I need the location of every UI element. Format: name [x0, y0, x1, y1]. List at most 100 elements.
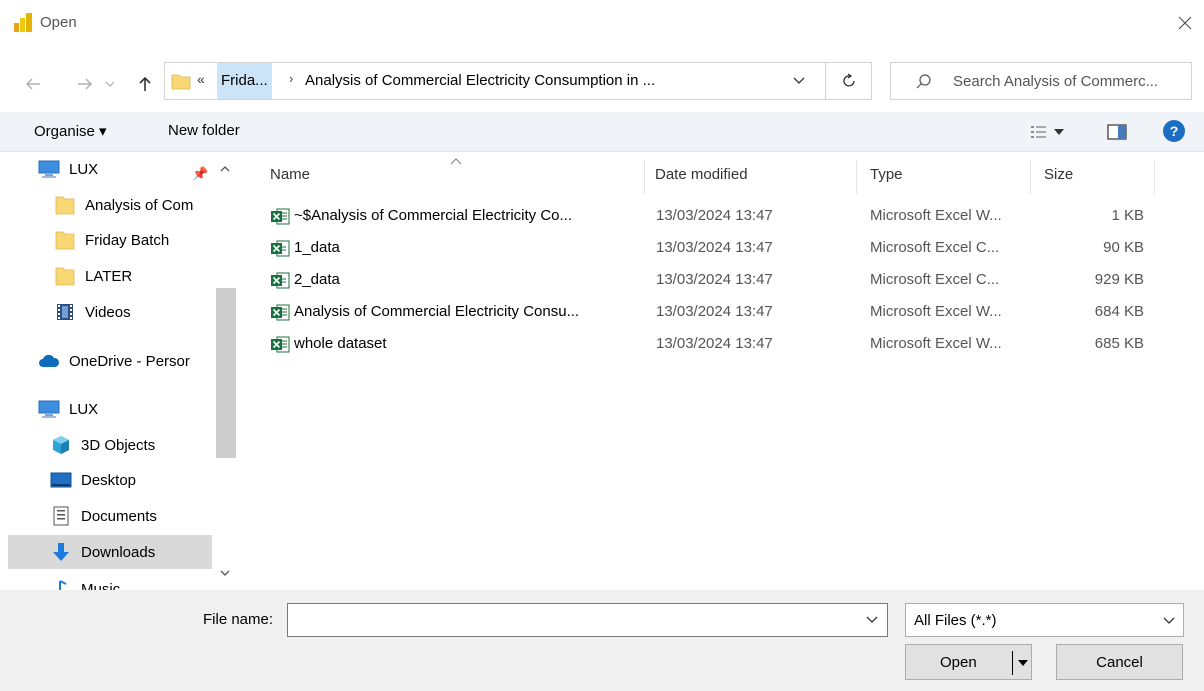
column-divider[interactable]: [644, 160, 645, 194]
file-date-modified: 13/03/2024 13:47: [656, 207, 773, 224]
search-input[interactable]: Search Analysis of Commerc...: [953, 73, 1158, 90]
computer-icon: [38, 399, 60, 419]
excel-workbook-icon: [270, 334, 290, 354]
sidebar-item-label: 3D Objects: [81, 436, 156, 454]
sidebar-item-label: Analysis of Com: [85, 196, 194, 214]
caret-down-icon: [1054, 129, 1064, 135]
sidebar-item[interactable]: LUX: [0, 392, 212, 426]
up-button[interactable]: [132, 72, 158, 96]
filter-dropdown-button[interactable]: [1160, 612, 1178, 630]
sidebar-item[interactable]: LUX: [0, 152, 212, 186]
sidebar-item[interactable]: Documents: [0, 499, 212, 533]
folder-icon: [54, 230, 76, 250]
column-header-size[interactable]: Size: [1044, 166, 1073, 183]
excel-workbook-icon: [270, 206, 290, 226]
preview-pane-icon[interactable]: [1106, 121, 1128, 143]
file-name: whole dataset: [294, 335, 387, 352]
excel-workbook-icon: [270, 302, 290, 322]
scrollbar-thumb[interactable]: [216, 288, 236, 458]
file-list: Name Date modified Type Size ~$Analysis …: [244, 152, 1204, 590]
sidebar-item[interactable]: Friday Batch: [0, 223, 212, 257]
file-name-dropdown-button[interactable]: [862, 610, 882, 630]
refresh-icon: [842, 73, 855, 87]
file-size: 929 KB: [1094, 271, 1144, 288]
window-title: Open: [40, 14, 77, 31]
computer-icon: [38, 159, 60, 179]
bottom-panel: File name: All Files (*.*) Open Cancel: [0, 590, 1204, 691]
scroll-down-arrow[interactable]: [220, 568, 230, 580]
sidebar-item-label: LATER: [85, 267, 133, 285]
change-view-button[interactable]: [1030, 120, 1080, 144]
sidebar-item[interactable]: OneDrive - Persor: [0, 344, 212, 378]
sidebar-item-label: LUX: [69, 400, 99, 418]
cancel-button[interactable]: Cancel: [1056, 644, 1183, 680]
file-type: Microsoft Excel W...: [870, 207, 1002, 224]
caret-down-icon: [1018, 660, 1028, 666]
breadcrumb-friday-batch[interactable]: Frida...: [217, 63, 272, 99]
arrow-right-icon: [78, 78, 92, 90]
close-button[interactable]: [1170, 8, 1200, 38]
file-size: 1 KB: [1111, 207, 1144, 224]
column-divider[interactable]: [1154, 160, 1155, 194]
file-row[interactable]: Analysis of Commercial Electricity Consu…: [264, 297, 1164, 327]
column-header-type[interactable]: Type: [870, 166, 903, 183]
file-name-input[interactable]: [288, 604, 858, 636]
chevron-down-icon: [105, 81, 115, 87]
folder-icon: [54, 266, 76, 286]
file-date-modified: 13/03/2024 13:47: [656, 303, 773, 320]
sidebar-item[interactable]: LATER: [0, 259, 212, 293]
sidebar-item[interactable]: Analysis of Com: [0, 188, 212, 222]
file-row[interactable]: 2_data 13/03/2024 13:47 Microsoft Excel C.…: [264, 265, 1164, 295]
organise-menu-button[interactable]: Organise ▾: [34, 122, 107, 140]
scroll-up-arrow[interactable]: [220, 164, 230, 176]
file-row[interactable]: ~$Analysis of Commercial Electricity Co.…: [264, 201, 1164, 231]
cube-icon: [50, 435, 72, 455]
command-bar: Organise ▾ New folder ?: [0, 112, 1204, 152]
sidebar-item-label: Music: [81, 580, 121, 591]
address-dropdown-button[interactable]: [787, 69, 811, 93]
file-date-modified: 13/03/2024 13:47: [656, 335, 773, 352]
breadcrumb-separator[interactable]: ›: [289, 71, 293, 86]
sidebar-item[interactable]: Desktop: [0, 463, 212, 497]
file-row[interactable]: whole dataset 13/03/2024 13:47 Microsoft E…: [264, 329, 1164, 359]
sidebar-item[interactable]: 3D Objects: [0, 428, 212, 462]
column-header-date-modified[interactable]: Date modified: [655, 166, 748, 183]
new-folder-button[interactable]: New folder: [168, 122, 240, 139]
column-divider[interactable]: [1030, 160, 1031, 194]
arrow-left-icon: [26, 78, 40, 90]
sidebar-item-label: Downloads: [81, 543, 156, 561]
breadcrumb-overflow[interactable]: «: [197, 71, 205, 87]
close-icon: [1178, 16, 1192, 30]
sidebar-item[interactable]: Music: [0, 572, 212, 590]
file-type: Microsoft Excel W...: [870, 335, 1002, 352]
file-type-filter-select[interactable]: All Files (*.*): [905, 603, 1184, 637]
breadcrumb-current-folder[interactable]: Analysis of Commercial Electricity Consu…: [305, 63, 655, 99]
title-bar: Open: [0, 0, 1204, 48]
sidebar-item[interactable]: Videos: [0, 295, 212, 329]
address-bar[interactable]: « Frida... › Analysis of Commercial Elec…: [164, 62, 826, 100]
search-box[interactable]: Search Analysis of Commerc...: [890, 62, 1192, 100]
file-name-combobox[interactable]: [287, 603, 888, 637]
open-options-dropdown[interactable]: [1016, 656, 1030, 670]
pin-icon[interactable]: 📌: [192, 166, 208, 182]
file-name: 2_data: [294, 271, 340, 288]
music-icon: [50, 579, 72, 590]
documents-icon: [50, 506, 72, 526]
chevron-down-icon: [793, 77, 805, 84]
column-header-name[interactable]: Name: [270, 166, 310, 183]
download-icon: [50, 542, 72, 562]
recent-locations-button[interactable]: [100, 72, 120, 96]
file-size: 685 KB: [1094, 335, 1144, 352]
sidebar-item-label: LUX: [69, 160, 99, 178]
column-divider[interactable]: [856, 160, 857, 194]
forward-button[interactable]: [72, 72, 98, 96]
sidebar-item[interactable]: Downloads: [8, 535, 212, 569]
back-button[interactable]: [20, 72, 46, 96]
videos-icon: [54, 302, 76, 322]
open-button[interactable]: Open: [905, 644, 1032, 680]
file-row[interactable]: 1_data 13/03/2024 13:47 Microsoft Excel C.…: [264, 233, 1164, 263]
help-icon[interactable]: ?: [1163, 120, 1185, 142]
excel-csv-icon: [270, 270, 290, 290]
refresh-button[interactable]: [826, 62, 872, 100]
sidebar-item-label: Friday Batch: [85, 231, 170, 249]
